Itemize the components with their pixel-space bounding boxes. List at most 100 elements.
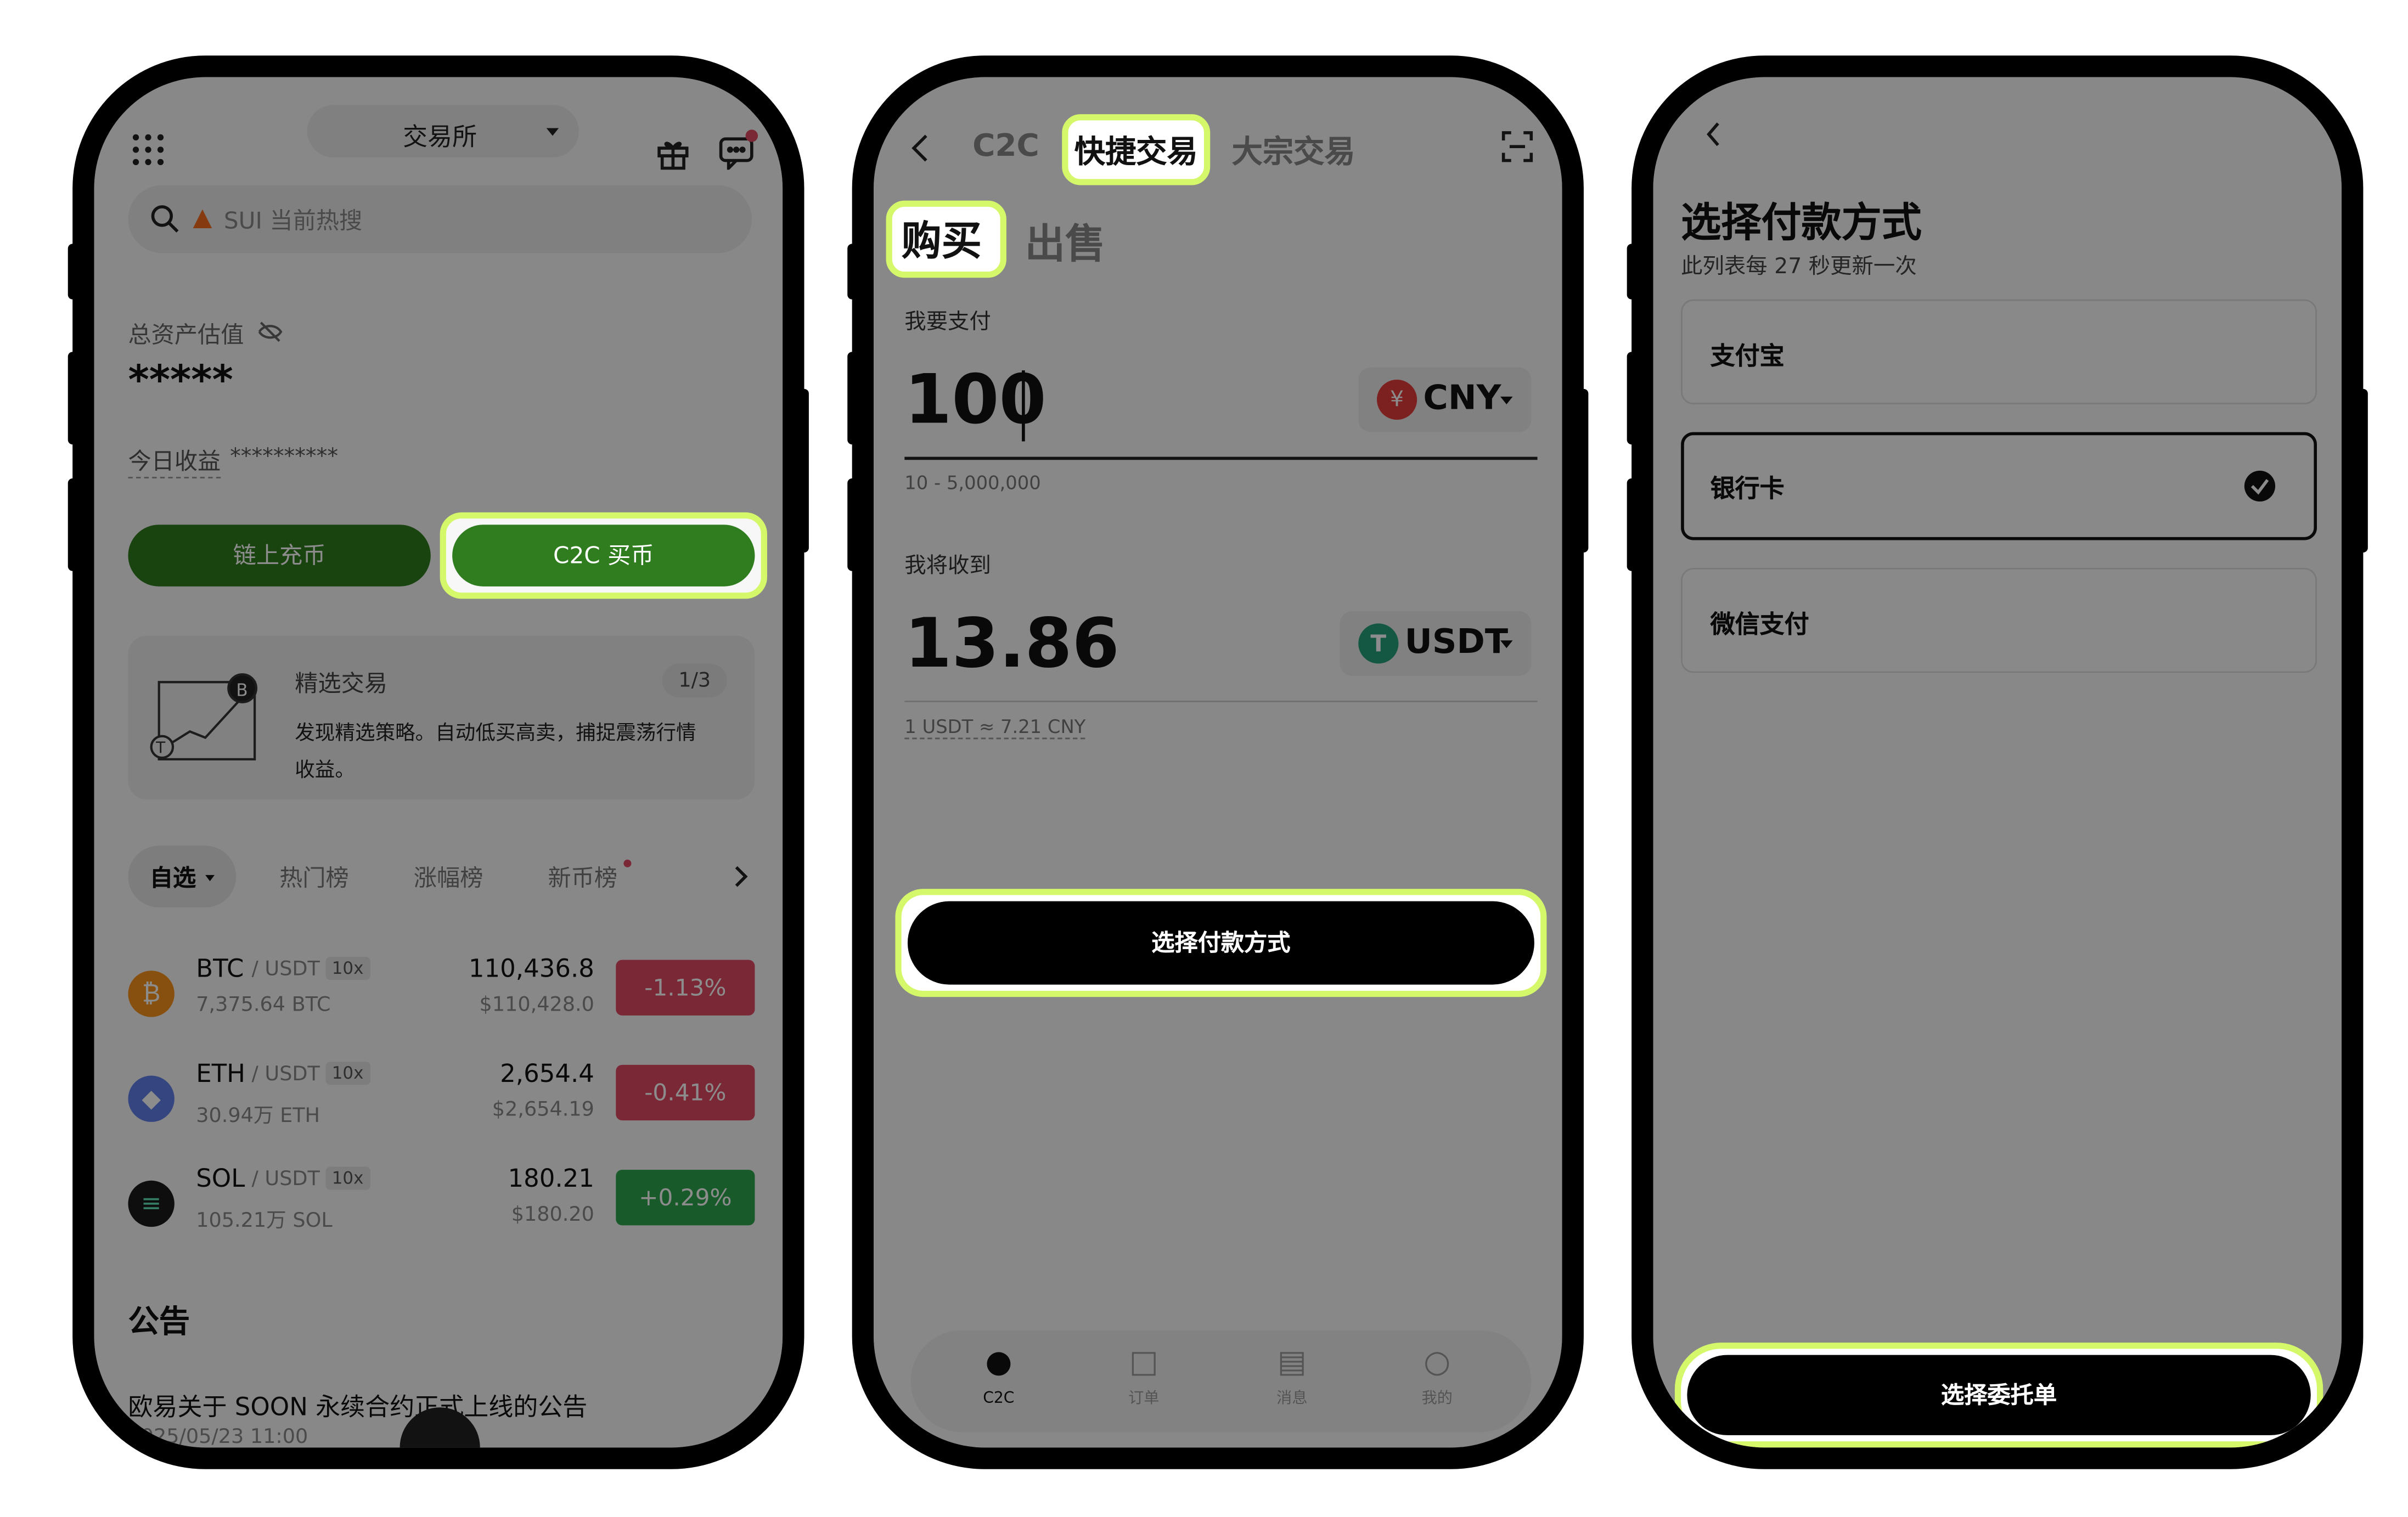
onchain-deposit-label: 链上充币	[233, 542, 326, 569]
phone-side-button	[67, 352, 81, 445]
promo-page-text: 1/3	[678, 669, 711, 693]
select-order-button[interactable]: 选择委托单	[1687, 1355, 2311, 1435]
coin-row-btc[interactable]: ₿ BTC / USDT 10x 7,375.64 BTC 110,436.8 …	[128, 951, 755, 1031]
messages-icon: ▤	[1277, 1343, 1307, 1380]
caret-down-icon	[1500, 640, 1513, 648]
onchain-deposit-button[interactable]: 链上充币	[128, 525, 431, 587]
gift-icon[interactable]	[656, 136, 690, 170]
tab-sell[interactable]: 出售	[1025, 213, 1105, 270]
chevron-right-icon[interactable]	[733, 866, 749, 887]
bottom-nav: ● C2C □ 订单 ▤ 消息 ○ 我的	[910, 1330, 1532, 1433]
phone-side-button	[1627, 478, 1640, 571]
change-value: -1.13%	[644, 973, 727, 1002]
trading-chart-icon: B T	[150, 670, 273, 765]
payment-option-label: 微信支付	[1710, 610, 1809, 639]
pay-underline	[904, 456, 1538, 460]
exchange-selector[interactable]: 交易所	[307, 105, 579, 157]
receive-amount: 13.86	[904, 605, 1119, 684]
coin-row-eth[interactable]: ◆ ETH / USDT 10x 30.94万 ETH 2,654.4 $2,6…	[128, 1056, 755, 1136]
tab-new-coins[interactable]: 新币榜	[548, 861, 618, 894]
c2c-buy-button[interactable]: C2C 买币	[452, 525, 755, 587]
tab-watchlist-label: 自选	[149, 864, 196, 892]
caret-down-icon	[546, 128, 559, 136]
pay-label: 我要支付	[904, 310, 991, 335]
page-subtitle: 此列表每 27 秒更新一次	[1681, 255, 1917, 280]
payment-option-label: 银行卡	[1710, 473, 1785, 503]
change-value: +0.29%	[639, 1183, 732, 1212]
receive-underline	[904, 701, 1538, 702]
announcement-heading: 公告	[128, 1302, 190, 1340]
profile-icon: ○	[1424, 1343, 1451, 1380]
coin-quote: / USDT	[251, 958, 320, 982]
today-earnings-label[interactable]: 今日收益	[128, 444, 221, 478]
coin-row-sol[interactable]: ≡ SOL / USDT 10x 105.21万 SOL 180.21 $180…	[128, 1160, 755, 1240]
promo-desc-line2: 收益。	[295, 759, 355, 783]
tab-quick-trade[interactable]: 快捷交易	[1074, 127, 1198, 172]
coin-price: 2,654.4	[500, 1058, 594, 1089]
svg-text:B: B	[236, 681, 247, 701]
chat-icon[interactable]	[718, 129, 758, 170]
tab-buy[interactable]: 购买	[902, 210, 982, 267]
leverage-badge: 10x	[325, 956, 370, 980]
pay-currency-selector[interactable]: ¥ CNY	[1358, 367, 1532, 432]
select-payment-button[interactable]: 选择付款方式	[907, 901, 1534, 985]
quick-trade-tab-highlight: 快捷交易	[1062, 114, 1211, 185]
caret-down-icon	[205, 875, 215, 882]
receive-currency-selector[interactable]: T USDT	[1340, 611, 1532, 676]
search-bar[interactable]: ▲ SUI 当前热搜	[128, 185, 752, 253]
eye-hidden-icon[interactable]	[258, 321, 283, 342]
promo-title: 精选交易	[295, 669, 388, 698]
pay-amount-input[interactable]: 100	[904, 361, 1046, 439]
payment-option-bank-card[interactable]: 银行卡	[1681, 432, 2317, 540]
nav-c2c[interactable]: ● C2C	[944, 1343, 1053, 1423]
assets-value: *****	[128, 358, 233, 404]
tab-hot[interactable]: 热门榜	[279, 861, 349, 894]
page-title: 选择付款方式	[1681, 200, 1922, 247]
apps-grid-icon[interactable]	[131, 133, 165, 167]
phone-side-button	[1627, 352, 1640, 445]
coin-symbol: BTC	[196, 954, 244, 983]
cny-icon: ¥	[1377, 379, 1417, 420]
tab-watchlist[interactable]: 自选	[128, 845, 237, 907]
promo-page-badge: 1/3	[662, 663, 727, 698]
back-arrow-icon[interactable]	[1706, 120, 1721, 148]
announcement-title[interactable]: 欧易关于 SOON 永续合约正式上线的公告	[128, 1386, 587, 1423]
tab-c2c[interactable]: C2C	[972, 127, 1039, 164]
back-arrow-icon[interactable]	[911, 133, 930, 163]
quick-trade-screen: C2C 大宗交易 出售 我要支付 100 ¥ CNY 10 - 5,000,00…	[874, 77, 1562, 1448]
promo-card[interactable]: B T 精选交易 1/3 发现精选策略。自动低买高卖，捕捉震荡行情 收益。	[128, 635, 755, 800]
sol-coin-icon: ≡	[128, 1180, 175, 1227]
nav-profile[interactable]: ○ 我的	[1383, 1343, 1491, 1423]
select-order-highlight: 选择委托单	[1674, 1343, 2323, 1448]
phone-side-button	[1576, 388, 1589, 552]
coin-volume: 7,375.64 BTC	[196, 994, 331, 1017]
select-payment-highlight: 选择付款方式	[895, 889, 1547, 997]
text-cursor	[1022, 370, 1025, 442]
change-badge: -0.41%	[616, 1064, 755, 1121]
nav-messages[interactable]: ▤ 消息	[1238, 1343, 1346, 1423]
leverage-badge: 10x	[325, 1062, 370, 1085]
receive-label: 我将收到	[904, 554, 991, 579]
buy-tab-highlight: 购买	[886, 200, 1006, 278]
phone-side-button	[67, 244, 81, 300]
coin-symbol: ETH	[196, 1058, 246, 1089]
coin-quote: / USDT	[251, 1063, 320, 1087]
svg-text:T: T	[155, 739, 166, 757]
leverage-badge: 10x	[325, 1166, 370, 1190]
nav-orders-label: 订单	[1128, 1390, 1160, 1408]
promo-desc-line1: 发现精选策略。自动低买高卖，捕捉震荡行情	[295, 722, 696, 746]
scan-icon[interactable]	[1500, 129, 1534, 163]
nav-orders[interactable]: □ 订单	[1090, 1343, 1198, 1423]
receive-currency: USDT	[1404, 623, 1509, 662]
tab-gainers[interactable]: 涨幅榜	[414, 861, 483, 894]
nav-c2c-label: C2C	[983, 1390, 1015, 1408]
exchange-rate: 1 USDT ≈ 7.21 CNY	[904, 716, 1086, 740]
eth-coin-icon: ◆	[128, 1075, 175, 1122]
coin-symbol: SOL	[196, 1163, 245, 1193]
payment-option-alipay[interactable]: 支付宝	[1681, 299, 2317, 404]
phone-side-button	[796, 388, 809, 552]
tab-block-trade[interactable]: 大宗交易	[1232, 127, 1355, 172]
caret-down-icon	[1500, 396, 1513, 404]
payment-option-wechat[interactable]: 微信支付	[1681, 568, 2317, 673]
coin-fiat-price: $180.20	[511, 1203, 594, 1227]
